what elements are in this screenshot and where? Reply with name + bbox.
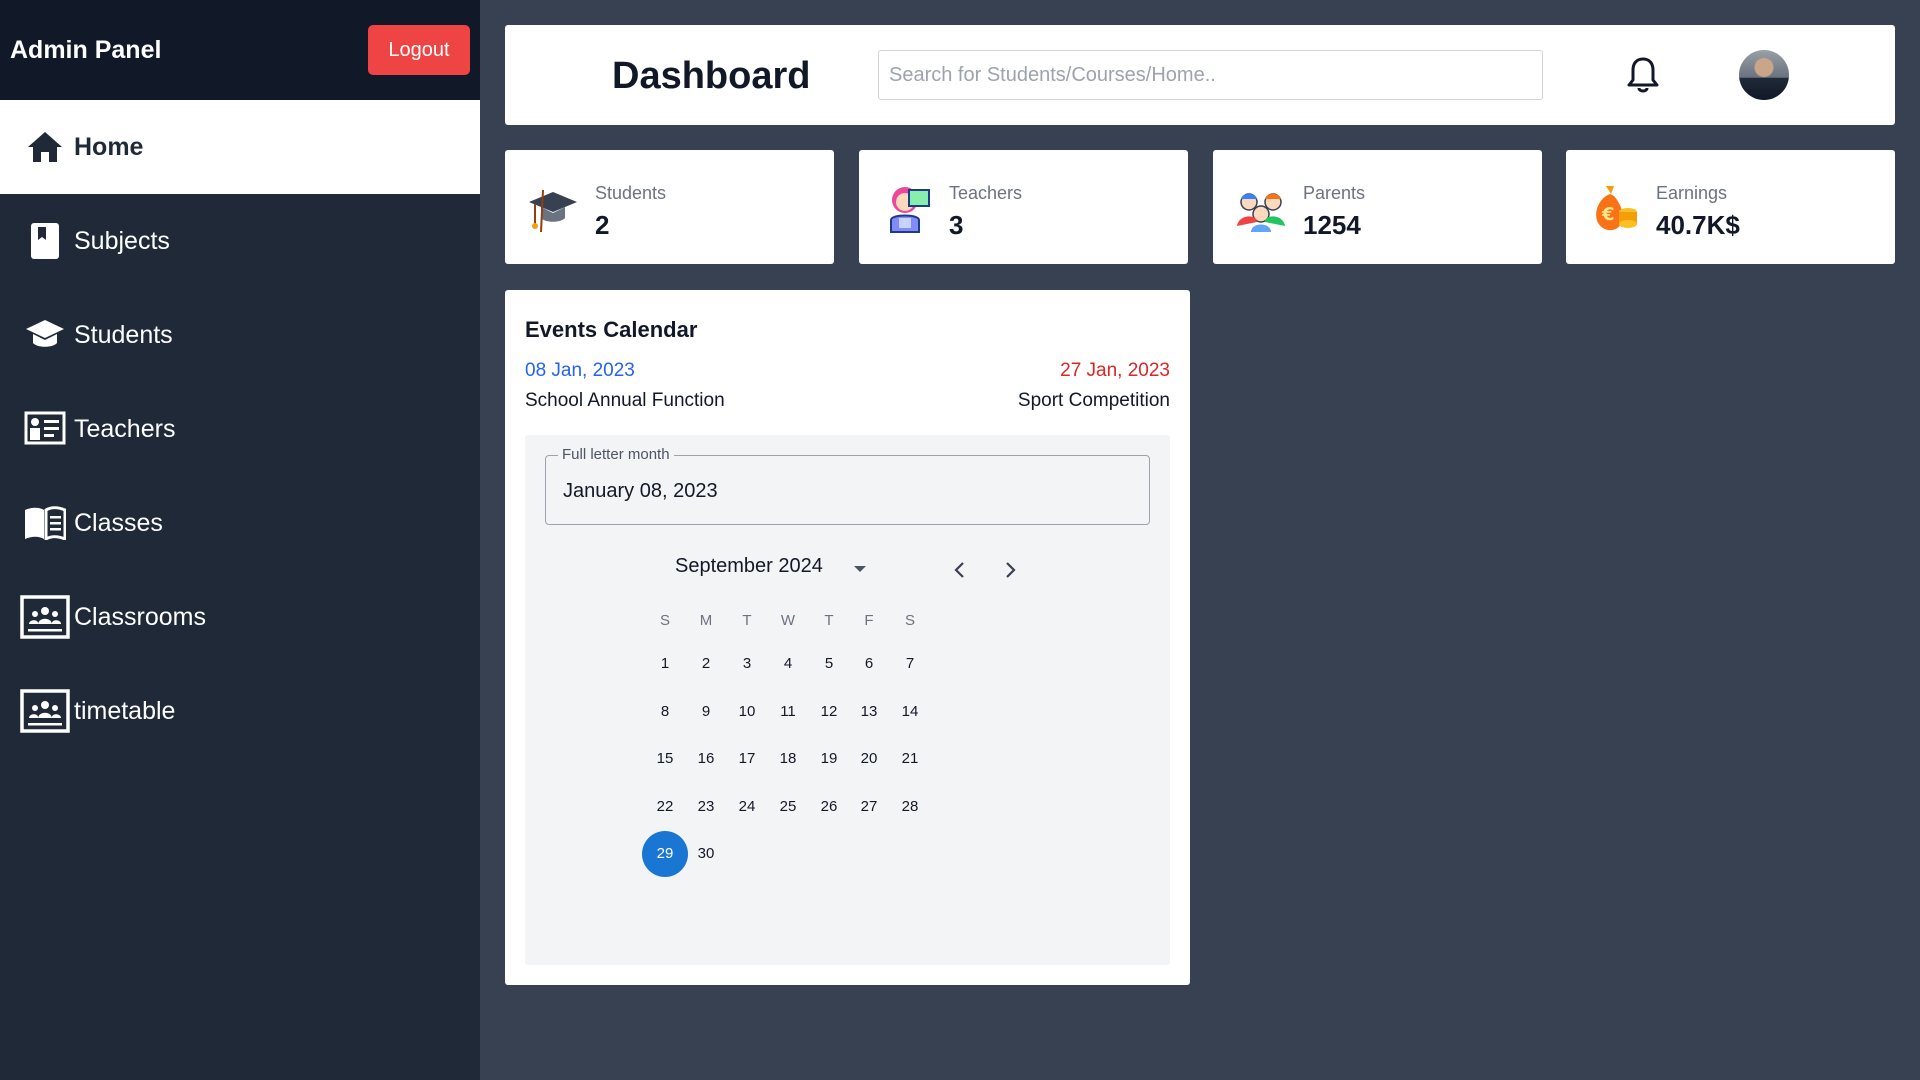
logout-button[interactable]: Logout [368, 25, 470, 75]
calendar-day[interactable]: 13 [846, 689, 892, 735]
stat-label: Students [595, 183, 667, 203]
sidebar-item-label: Home [74, 132, 144, 161]
sidebar-item-teachers[interactable]: Teachers [0, 382, 480, 476]
sidebar-item-label: Students [74, 320, 173, 349]
sidebar-item-label: Classes [74, 508, 163, 537]
calendar-day[interactable]: 14 [887, 689, 933, 735]
page-title: Dashboard [612, 55, 811, 97]
event-name: Sport Competition [1017, 390, 1170, 411]
event-date: 27 Jan, 2023 [1060, 360, 1170, 381]
stat-card-parents: Parents 1254 [1213, 150, 1542, 264]
calendar-day[interactable]: 25 [765, 784, 811, 830]
sidebar-item-students[interactable]: Students [0, 288, 480, 382]
calendar-day[interactable]: 10 [724, 689, 770, 735]
calendar-day[interactable]: 2 [683, 641, 729, 687]
graduation-cap-icon [527, 182, 579, 234]
sidebar-item-subjects[interactable]: Subjects [0, 194, 480, 288]
stat-label: Parents [1303, 183, 1366, 203]
search-input[interactable] [878, 50, 1543, 100]
events-title: Events Calendar [525, 317, 698, 342]
graduation-cap-icon [20, 310, 70, 360]
calendar-day[interactable]: 9 [683, 689, 729, 735]
stat-label: Earnings [1656, 183, 1728, 203]
sidebar: Admin Panel Logout Home Subjects Student… [0, 0, 480, 1080]
date-field-value: January 08, 2023 [563, 480, 718, 502]
parents-icon [1235, 182, 1287, 234]
bell-icon[interactable] [1623, 55, 1663, 95]
calendar-day[interactable]: 30 [683, 831, 729, 877]
app-title: Admin Panel [10, 35, 162, 64]
calendar-day[interactable]: 28 [887, 784, 933, 830]
stat-label: Teachers [949, 183, 1023, 203]
sidebar-header: Admin Panel Logout [0, 0, 480, 100]
sidebar-item-label: timetable [74, 696, 176, 725]
sidebar-item-label: Teachers [74, 414, 176, 443]
calendar-day[interactable]: 20 [846, 736, 892, 782]
stat-value: 40.7K$ [1656, 210, 1740, 240]
weekday-label: S [904, 612, 915, 629]
event-name: School Annual Function [525, 390, 725, 411]
chevron-down-icon[interactable] [850, 559, 870, 579]
stat-value: 1254 [1303, 210, 1361, 240]
calendar-day[interactable]: 8 [642, 689, 688, 735]
events-calendar-card: Events Calendar 08 Jan, 2023 School Annu… [505, 290, 1190, 985]
calendar-day[interactable]: 3 [724, 641, 770, 687]
sidebar-item-home[interactable]: Home [0, 100, 480, 194]
calendar-day[interactable]: 4 [765, 641, 811, 687]
open-book-icon [20, 498, 70, 548]
book-icon [20, 216, 70, 266]
calendar-month-label[interactable]: September 2024 [675, 555, 823, 578]
previous-month-button[interactable] [945, 555, 975, 585]
calendar-day[interactable]: 11 [765, 689, 811, 735]
teacher-icon [881, 182, 933, 234]
calendar-day[interactable]: 17 [724, 736, 770, 782]
calendar-day-selected[interactable]: 29 [642, 831, 688, 877]
weekday-label: T [742, 612, 752, 629]
calendar-day[interactable]: 1 [642, 641, 688, 687]
date-input-field[interactable]: Full letter month January 08, 2023 [545, 446, 1150, 525]
stat-card-teachers: Teachers 3 [859, 150, 1188, 264]
weekday-label: S [659, 612, 670, 629]
calendar-day[interactable]: 7 [887, 641, 933, 687]
calendar-day[interactable]: 6 [846, 641, 892, 687]
weekday-label: W [780, 612, 796, 629]
money-bag-icon: € [1588, 182, 1640, 234]
sidebar-item-timetable[interactable]: timetable [0, 664, 480, 758]
sidebar-item-label: Classrooms [74, 602, 206, 631]
header-bar: Dashboard [505, 25, 1895, 125]
avatar[interactable] [1739, 50, 1789, 100]
classroom-icon [20, 592, 70, 642]
next-month-button[interactable] [995, 555, 1025, 585]
sidebar-item-label: Subjects [74, 226, 170, 255]
teacher-board-icon [20, 404, 70, 454]
stat-value: 2 [595, 210, 610, 240]
date-field-label: Full letter month [558, 446, 674, 463]
calendar-day[interactable]: 27 [846, 784, 892, 830]
event-date: 08 Jan, 2023 [525, 360, 635, 381]
chevron-right-icon [1006, 562, 1016, 578]
date-picker: Full letter month January 08, 2023 Septe… [525, 435, 1170, 965]
weekday-label: F [864, 612, 874, 629]
calendar-day[interactable]: 16 [683, 736, 729, 782]
svg-text:€: € [1601, 204, 1615, 225]
sidebar-item-classrooms[interactable]: Classrooms [0, 570, 480, 664]
weekday-label: M [699, 612, 713, 629]
classroom-icon [20, 686, 70, 736]
calendar-day[interactable]: 18 [765, 736, 811, 782]
calendar-day[interactable]: 22 [642, 784, 688, 830]
home-icon [20, 122, 70, 172]
calendar-day[interactable]: 15 [642, 736, 688, 782]
stat-card-students: Students 2 [505, 150, 834, 264]
calendar-day[interactable]: 24 [724, 784, 770, 830]
stat-value: 3 [949, 210, 964, 240]
calendar-day[interactable]: 23 [683, 784, 729, 830]
stat-card-earnings: € Earnings 40.7K$ [1566, 150, 1895, 264]
sidebar-item-classes[interactable]: Classes [0, 476, 480, 570]
chevron-left-icon [954, 562, 964, 578]
calendar-day[interactable]: 21 [887, 736, 933, 782]
